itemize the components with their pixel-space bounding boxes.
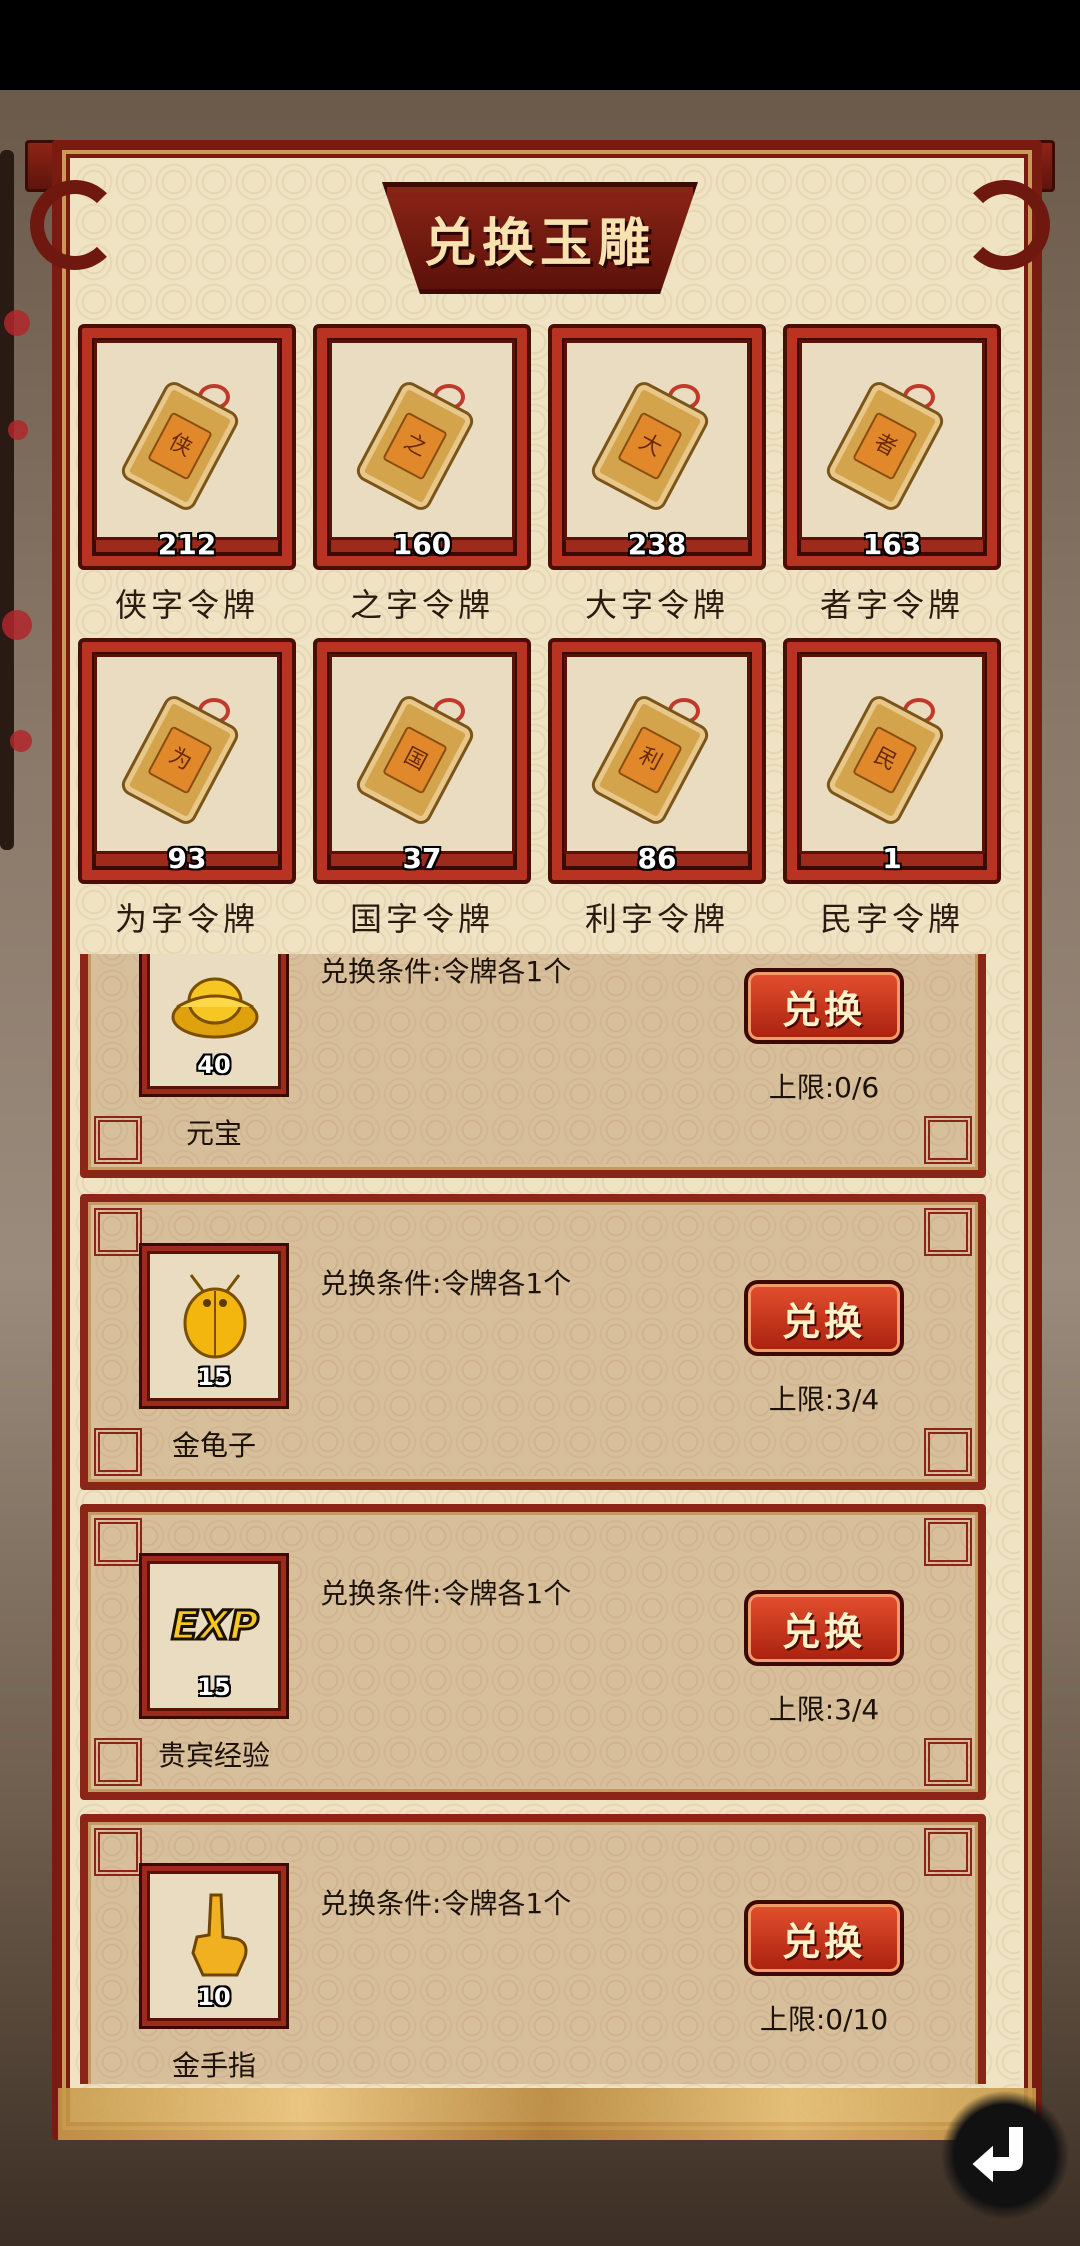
- reward-name: 金龟子: [171, 1429, 256, 1462]
- token-tile[interactable]: 侠 212 侠字令牌: [78, 324, 296, 624]
- exchange-condition: 兑换条件:令牌各1个: [320, 1267, 572, 1300]
- token-tile[interactable]: 大 238 大字令牌: [548, 324, 766, 624]
- dialog-title-plate: 兑换玉雕: [382, 182, 698, 294]
- reward-qty: 10: [197, 1983, 231, 2011]
- reward-item-slot[interactable]: EXP 15: [142, 1556, 286, 1716]
- token-char: 之: [382, 411, 448, 481]
- exchange-button-label: 兑换: [781, 1918, 866, 1964]
- token-char: 民: [852, 725, 918, 795]
- token-char: 国: [382, 725, 448, 795]
- exchange-button[interactable]: 兑换: [744, 1280, 904, 1356]
- exchange-limit: 上限:0/10: [759, 2003, 889, 2036]
- right-scroll-ornament: [960, 180, 1050, 270]
- reward-qty: 15: [197, 1673, 231, 1701]
- token-count: 37: [402, 842, 442, 875]
- golden-finger-icon: [191, 1893, 248, 1977]
- corner-knot-icon: [94, 1208, 142, 1256]
- token-count: 86: [637, 842, 677, 875]
- corner-knot-icon: [924, 1828, 972, 1876]
- plum-blossom: [10, 730, 32, 752]
- token-tile[interactable]: 国 37 国字令牌: [313, 638, 531, 938]
- token-count: 93: [167, 842, 207, 875]
- exchange-condition: 兑换条件:令牌各1个: [320, 1577, 572, 1610]
- exchange-button-label: 兑换: [781, 986, 866, 1032]
- dialog-title: 兑换玉雕: [423, 212, 656, 274]
- plum-blossom: [2, 610, 32, 640]
- token-name: 大字令牌: [584, 586, 729, 624]
- token-count: 163: [862, 528, 922, 561]
- exchange-limit: 上限:3/4: [768, 1383, 880, 1416]
- svg-text:EXP: EXP: [171, 1603, 258, 1649]
- reward-item-slot[interactable]: 15: [142, 1246, 286, 1406]
- token-count: 1: [882, 842, 902, 875]
- exchange-button[interactable]: 兑换: [744, 1900, 904, 1976]
- exp-icon: EXP: [170, 1602, 260, 1651]
- token-name: 为字令牌: [114, 900, 259, 938]
- token-char: 侠: [147, 411, 213, 481]
- exchange-row: 10 金手指 兑换条件:令牌各1个 兑换 上限:0/10: [80, 1814, 986, 2084]
- token-count: 212: [157, 528, 217, 561]
- corner-knot-icon: [924, 1518, 972, 1566]
- token-tile[interactable]: 之 160 之字令牌: [313, 324, 531, 624]
- exchange-row: 15 金龟子 兑换条件:令牌各1个 兑换 上限:3/4: [80, 1194, 986, 1490]
- golden-beetle-icon: [183, 1274, 247, 1359]
- token-name: 者字令牌: [819, 586, 964, 624]
- exchange-list[interactable]: 40 元宝 兑换条件:令牌各1个 兑换 上限:0/6 15 金龟子 兑换条件:令…: [80, 954, 986, 2084]
- reward-item-slot[interactable]: 40: [142, 954, 286, 1094]
- token-count: 160: [392, 528, 452, 561]
- token-name: 利字令牌: [584, 900, 729, 938]
- left-scroll-ornament: [30, 180, 120, 270]
- plum-blossom: [4, 310, 30, 336]
- corner-knot-icon: [924, 1428, 972, 1476]
- exchange-button-label: 兑换: [781, 1298, 866, 1344]
- token-tile[interactable]: 民 1 民字令牌: [783, 638, 1001, 938]
- token-char: 为: [147, 725, 213, 795]
- token-name: 国字令牌: [349, 900, 494, 938]
- reward-item-slot[interactable]: 10: [142, 1866, 286, 2026]
- token-count: 238: [627, 528, 687, 561]
- reward-qty: 40: [197, 1051, 231, 1079]
- token-tile[interactable]: 利 86 利字令牌: [548, 638, 766, 938]
- return-arrow-icon: [972, 2127, 1023, 2183]
- exchange-button[interactable]: 兑换: [744, 968, 904, 1044]
- exchange-condition: 兑换条件:令牌各1个: [320, 955, 572, 988]
- corner-knot-icon: [924, 1116, 972, 1164]
- token-name: 侠字令牌: [114, 586, 259, 624]
- exchange-condition: 兑换条件:令牌各1个: [320, 1887, 572, 1920]
- reward-name: 元宝: [185, 1117, 242, 1150]
- gold-ingot-icon: [171, 977, 259, 1039]
- token-name: 之字令牌: [349, 586, 494, 624]
- status-bar: [0, 0, 1080, 90]
- corner-knot-icon: [94, 1518, 142, 1566]
- token-char: 者: [852, 411, 918, 481]
- exchange-row: EXP 15 贵宾经验 兑换条件:令牌各1个 兑换 上限:3/4: [80, 1504, 986, 1800]
- reward-name: 贵宾经验: [157, 1739, 270, 1772]
- token-name: 民字令牌: [819, 900, 964, 938]
- corner-knot-icon: [924, 1738, 972, 1786]
- token-char: 利: [617, 725, 683, 795]
- exchange-row: 40 元宝 兑换条件:令牌各1个 兑换 上限:0/6: [80, 954, 986, 1178]
- token-char: 大: [617, 411, 683, 481]
- exchange-button-label: 兑换: [781, 1608, 866, 1654]
- reward-qty: 15: [197, 1363, 231, 1391]
- back-button[interactable]: [940, 2090, 1070, 2220]
- exchange-button[interactable]: 兑换: [744, 1590, 904, 1666]
- corner-knot-icon: [94, 1828, 142, 1876]
- corner-knot-icon: [924, 1208, 972, 1256]
- reward-name: 金手指: [171, 2049, 256, 2082]
- token-tile[interactable]: 者 163 者字令牌: [783, 324, 1001, 624]
- exchange-limit: 上限:0/6: [768, 1071, 880, 1104]
- cloud-border: [58, 2088, 1036, 2140]
- token-tile[interactable]: 为 93 为字令牌: [78, 638, 296, 938]
- plum-blossom: [8, 420, 28, 440]
- exchange-limit: 上限:3/4: [768, 1693, 880, 1726]
